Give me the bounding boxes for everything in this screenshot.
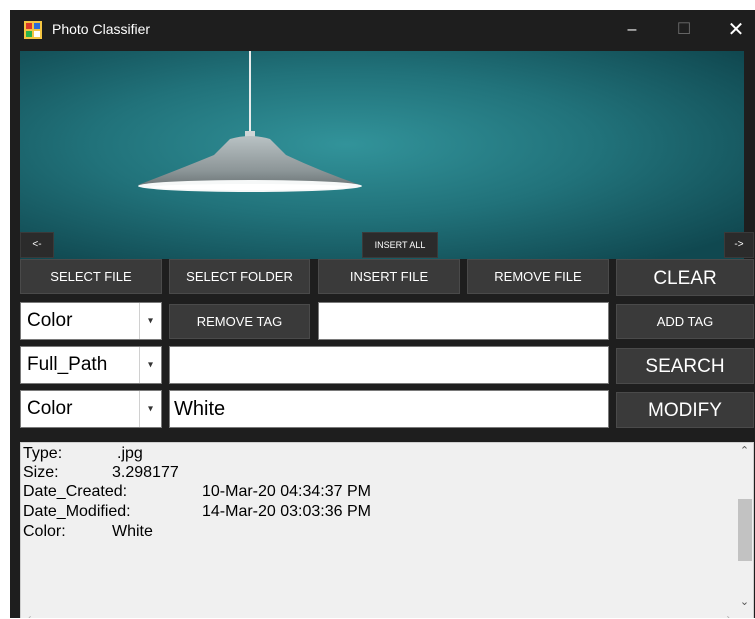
tag-field-combo[interactable]: Color ▾ <box>20 302 162 340</box>
date-created-value: 10-Mar-20 04:34:37 PM <box>202 483 371 500</box>
select-file-button[interactable]: SELECT FILE <box>20 259 162 294</box>
date-created-label: Date_Created: <box>23 483 128 500</box>
modify-field-combo[interactable]: Color ▾ <box>20 390 162 428</box>
previous-image-button[interactable]: <- <box>20 232 54 258</box>
color-label: Color: <box>23 523 66 540</box>
scroll-thumb[interactable] <box>738 499 752 561</box>
modify-value-field[interactable] <box>170 391 608 427</box>
maximize-button[interactable]: ☐ <box>661 10 707 50</box>
remove-file-button[interactable]: REMOVE FILE <box>467 259 609 294</box>
chevron-down-icon[interactable]: ▾ <box>139 391 161 427</box>
tag-field-value: Color <box>27 310 73 331</box>
horizontal-scrollbar[interactable]: ‹ › <box>21 610 737 618</box>
insert-all-button[interactable]: INSERT ALL <box>362 232 438 258</box>
chevron-left-icon[interactable]: ‹ <box>21 610 38 618</box>
add-tag-button[interactable]: ADD TAG <box>616 304 754 339</box>
app-icon <box>24 21 42 39</box>
date-modified-value: 14-Mar-20 03:03:36 PM <box>202 503 371 520</box>
tag-value-input[interactable] <box>318 302 609 340</box>
search-button[interactable]: SEARCH <box>616 348 754 384</box>
size-label: Size: <box>23 464 59 481</box>
close-button[interactable]: ✕ <box>713 10 755 50</box>
title-bar[interactable]: Photo Classifier – ☐ ✕ <box>10 10 755 50</box>
remove-tag-button[interactable]: REMOVE TAG <box>169 304 310 339</box>
next-image-button[interactable]: -> <box>724 232 754 258</box>
modify-field-value: Color <box>27 398 73 419</box>
select-folder-button[interactable]: SELECT FOLDER <box>169 259 310 294</box>
tag-value-field[interactable] <box>319 303 608 339</box>
modify-value-input[interactable] <box>169 390 609 428</box>
window-title: Photo Classifier <box>52 21 151 37</box>
chevron-up-icon[interactable]: ⌃ <box>736 443 753 460</box>
search-field-combo[interactable]: Full_Path ▾ <box>20 346 162 384</box>
size-value: 3.298177 <box>112 464 179 481</box>
chevron-down-icon[interactable]: ▾ <box>139 303 161 339</box>
search-field-value: Full_Path <box>27 354 108 375</box>
chevron-down-icon[interactable]: ⌄ <box>736 594 753 611</box>
chevron-right-icon[interactable]: › <box>720 610 737 618</box>
minimize-button[interactable]: – <box>609 10 655 50</box>
insert-file-button[interactable]: INSERT FILE <box>318 259 460 294</box>
search-input[interactable] <box>169 346 609 384</box>
image-viewer <box>20 51 744 259</box>
type-value: .jpg <box>117 445 143 462</box>
vertical-scrollbar[interactable]: ⌃ ⌄ <box>736 443 753 611</box>
clear-button[interactable]: CLEAR <box>616 259 754 296</box>
date-modified-label: Date_Modified: <box>23 503 131 520</box>
modify-button[interactable]: MODIFY <box>616 392 754 428</box>
chevron-down-icon[interactable]: ▾ <box>139 347 161 383</box>
app-window: Photo Classifier – ☐ ✕ <- INSERT ALL -> … <box>10 10 755 618</box>
photo-lamp <box>20 51 744 259</box>
search-value-field[interactable] <box>170 347 608 383</box>
file-info-panel[interactable]: Type: .jpg Size: 3.298177 Date_Created: … <box>20 442 754 618</box>
color-value: White <box>112 523 153 540</box>
type-label: Type: <box>23 445 63 462</box>
